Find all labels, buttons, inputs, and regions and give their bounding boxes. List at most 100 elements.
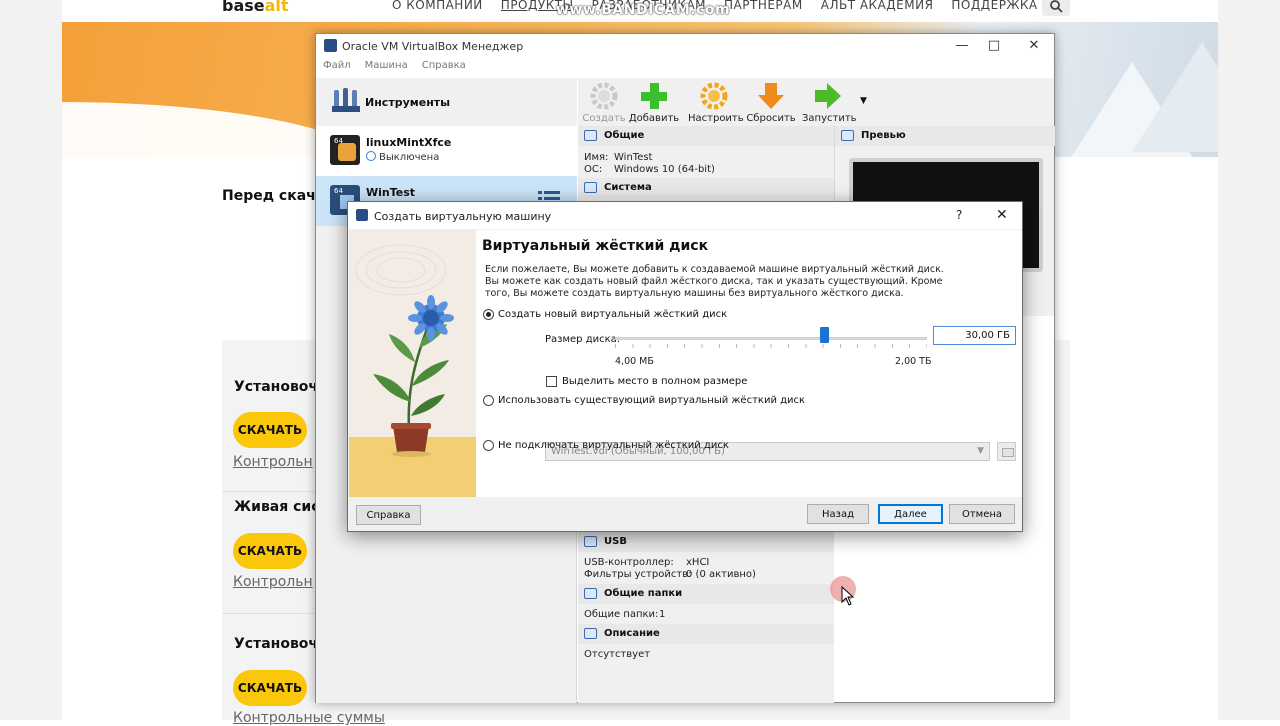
- preview-head: Превью: [861, 130, 906, 141]
- create-disk-radio[interactable]: [483, 309, 494, 320]
- vm-state-text: Выключена: [379, 152, 440, 163]
- settings-button[interactable]: Настроить: [688, 80, 744, 124]
- general-section-header[interactable]: Общие: [578, 126, 834, 146]
- shared-label: Общие папки:: [584, 609, 659, 620]
- preallocate-label[interactable]: Выделить место в полном размере: [562, 376, 747, 387]
- shared-folders-section-header[interactable]: Общие папки: [578, 584, 834, 604]
- description-section-header[interactable]: Описание: [578, 624, 834, 644]
- slider-ticks: [615, 344, 927, 348]
- shared-folder-icon: [584, 588, 597, 599]
- existing-disk-radio[interactable]: [483, 395, 494, 406]
- disk-size-input[interactable]: 30,00 ГБ: [933, 326, 1016, 345]
- preallocate-checkbox[interactable]: [546, 376, 557, 387]
- os-value: Windows 10 (64-bit): [614, 164, 715, 175]
- add-button[interactable]: Добавить: [628, 80, 680, 124]
- start-button[interactable]: Запустить: [802, 80, 857, 124]
- existing-disk-label[interactable]: Использовать существующий виртуальный жё…: [498, 395, 805, 406]
- settings-label: Настроить: [688, 113, 744, 124]
- close-button[interactable]: ✕: [1024, 38, 1044, 53]
- download-button[interactable]: СКАЧАТЬ: [233, 670, 307, 706]
- chevron-down-icon: ▼: [977, 446, 984, 456]
- description-value: Отсутствует: [584, 649, 651, 660]
- virtualbox-icon: [356, 209, 368, 221]
- no-disk-radio[interactable]: [483, 440, 494, 451]
- discard-button[interactable]: Сбросить: [745, 80, 797, 124]
- search-icon: [1050, 0, 1063, 13]
- letterbox-left: [0, 0, 62, 720]
- os-label: ОС:: [584, 164, 603, 175]
- wizard-description: Если пожелаете, Вы можете добавить к соз…: [485, 264, 944, 299]
- disk-size-slider-handle[interactable]: [819, 327, 829, 343]
- discard-arrow-icon: [758, 83, 784, 109]
- site-search-button[interactable]: [1042, 0, 1070, 16]
- recording-watermark: www.BANDICAM.com: [556, 2, 731, 18]
- preview-section-header[interactable]: Превью: [835, 126, 1055, 146]
- usb-head: USB: [604, 536, 627, 547]
- maximize-button[interactable]: □: [984, 38, 1004, 53]
- download-button[interactable]: СКАЧАТЬ: [233, 533, 307, 569]
- logo-main: base: [222, 0, 265, 15]
- menu-file[interactable]: Файл: [323, 60, 351, 78]
- wizard-illustration: [349, 230, 476, 497]
- description-icon: [584, 628, 597, 639]
- menu-help[interactable]: Справка: [422, 60, 466, 78]
- logo-accent: alt: [264, 0, 289, 15]
- card-title: Установочн: [234, 379, 328, 395]
- shared-head: Общие папки: [604, 588, 683, 599]
- help-button[interactable]: Справка: [356, 505, 421, 525]
- usb-controller-label: USB-контроллер:: [584, 557, 674, 568]
- usb-controller-row: USB-контроллер: xHCI: [584, 557, 709, 568]
- back-button[interactable]: Назад: [807, 504, 869, 524]
- card-divider: [222, 491, 322, 492]
- card-divider: [222, 613, 322, 614]
- vm-state: Выключена: [366, 151, 439, 163]
- no-disk-label[interactable]: Не подключать виртуальный жёсткий диск: [498, 440, 729, 451]
- window-title: Oracle VM VirtualBox Менеджер: [342, 40, 524, 53]
- nav-partners[interactable]: ПАРТНЕРАМ: [724, 0, 803, 12]
- window-titlebar[interactable]: Oracle VM VirtualBox Менеджер — □ ✕: [316, 34, 1054, 58]
- usb-controller-value: xHCI: [686, 557, 710, 568]
- mouse-cursor-icon: [841, 586, 855, 606]
- checksum-link[interactable]: Контрольные суммы: [233, 710, 385, 726]
- system-section-header[interactable]: Система: [578, 178, 834, 198]
- card-title: Установочн: [234, 636, 328, 652]
- create-button[interactable]: Создать: [578, 80, 630, 124]
- power-off-icon: [366, 151, 376, 161]
- add-plus-icon: [641, 83, 667, 109]
- site-logo[interactable]: basealt: [222, 0, 289, 15]
- tools-item[interactable]: Инструменты: [316, 78, 577, 126]
- checksum-link[interactable]: Контрольн: [233, 574, 313, 590]
- slider-min-label: 4,00 МБ: [615, 356, 654, 367]
- create-label: Создать: [582, 113, 626, 124]
- start-dropdown-icon[interactable]: ▼: [860, 96, 867, 106]
- start-arrow-icon: [815, 83, 841, 109]
- vm-name: WinTest: [366, 186, 416, 199]
- nav-academy[interactable]: АЛЬТ АКАДЕМИЯ: [821, 0, 934, 12]
- description-row: Отсутствует: [584, 649, 650, 660]
- dialog-titlebar[interactable]: Создать виртуальную машину ? ✕: [348, 202, 1022, 229]
- vm-list-item[interactable]: 64 linuxMintXfce Выключена: [316, 126, 577, 176]
- add-label: Добавить: [628, 113, 680, 124]
- name-label: Имя:: [584, 152, 609, 163]
- tools-label: Инструменты: [365, 96, 451, 109]
- nav-support[interactable]: ПОДДЕРЖКА: [951, 0, 1037, 12]
- checksum-link[interactable]: Контрольн: [233, 454, 313, 470]
- minimize-button[interactable]: —: [952, 38, 972, 53]
- download-button[interactable]: СКАЧАТЬ: [233, 412, 307, 448]
- usb-section-header[interactable]: USB: [578, 532, 834, 552]
- disk-size-slider[interactable]: [615, 337, 927, 340]
- next-button[interactable]: Далее: [878, 504, 943, 524]
- system-icon: [584, 182, 597, 193]
- nav-about[interactable]: О КОМПАНИИ: [392, 0, 483, 12]
- cancel-button[interactable]: Отмена: [949, 504, 1015, 524]
- card-title: Живая сис: [234, 499, 320, 515]
- preview-icon: [841, 130, 854, 141]
- section-title: Перед скачи: [222, 188, 326, 204]
- create-disk-label[interactable]: Создать новый виртуальный жёсткий диск: [498, 309, 727, 320]
- name-value: WinTest: [614, 152, 653, 163]
- menu-bar: Файл Машина Справка: [316, 60, 466, 78]
- menu-machine[interactable]: Машина: [365, 60, 408, 78]
- dialog-close-button[interactable]: ✕: [996, 207, 1008, 223]
- choose-disk-folder-icon[interactable]: [997, 442, 1016, 461]
- dialog-help-button[interactable]: ?: [956, 208, 962, 222]
